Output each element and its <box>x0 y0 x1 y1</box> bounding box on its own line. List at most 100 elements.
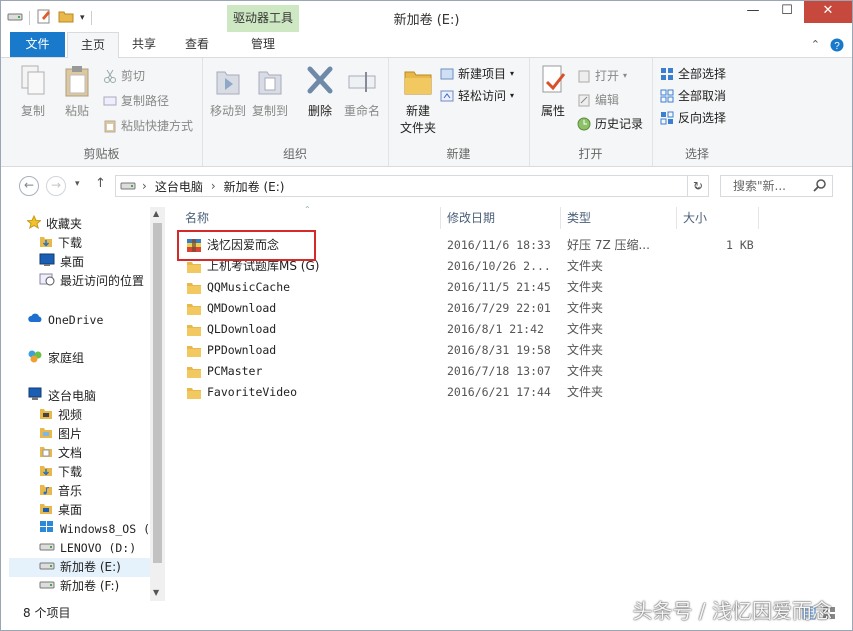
close-button[interactable]: ✕ <box>804 1 852 23</box>
properties-button[interactable]: 属性 <box>531 64 575 119</box>
easy-access-icon <box>440 89 454 103</box>
svg-text:?: ? <box>834 41 840 52</box>
back-button[interactable]: ← <box>19 176 39 196</box>
select-none-button[interactable]: 全部取消 <box>660 86 726 106</box>
column-header-size[interactable]: 大小 <box>677 207 759 229</box>
move-to-button[interactable]: 移动到 <box>206 64 250 119</box>
file-date: 2016/7/18 13:07 <box>447 364 551 378</box>
file-date: 2016/7/29 22:01 <box>447 301 551 315</box>
documents-folder-icon <box>39 444 53 464</box>
tab-manage[interactable]: 管理 <box>227 32 299 57</box>
file-row[interactable]: PCMaster 2016/7/18 13:07 文件夹 <box>181 361 781 382</box>
file-row[interactable]: QMDownload 2016/7/29 22:01 文件夹 <box>181 298 781 319</box>
copy-path-button[interactable]: 复制路径 <box>103 91 169 111</box>
nav-pane-scrollbar[interactable]: ▲ ▼ <box>150 207 165 601</box>
nav-windows-os-drive[interactable]: Windows8_OS ( <box>39 520 150 539</box>
nav-documents[interactable]: 文档 <box>39 444 82 463</box>
copy-button[interactable]: 复制 <box>11 64 55 119</box>
ribbon-tabs: 文件 主页 共享 查看 管理 ⌃ ? <box>1 32 852 59</box>
column-header-type[interactable]: 类型 <box>561 207 677 229</box>
file-size: 1 KB <box>726 238 754 252</box>
group-clipboard: 复制 粘贴 剪切 复制路径 粘贴快捷方式 剪贴板 <box>1 58 203 166</box>
new-folder-button[interactable]: 新建 文件夹 <box>394 64 442 136</box>
windows-drive-icon <box>39 520 55 540</box>
new-item-icon <box>440 67 454 81</box>
nav-onedrive[interactable]: OneDrive <box>27 311 103 330</box>
edit-button[interactable]: 编辑 <box>577 90 619 110</box>
file-date: 2016/10/26 2... <box>447 259 551 273</box>
forward-button[interactable]: → <box>46 176 66 196</box>
nav-downloads-pc[interactable]: 下载 <box>39 463 82 482</box>
scroll-thumb[interactable] <box>153 223 162 563</box>
select-all-button[interactable]: 全部选择 <box>660 64 726 84</box>
breadcrumb-this-pc[interactable]: 这台电脑 <box>155 178 203 195</box>
group-label-new: 新建 <box>446 147 471 161</box>
copy-path-icon <box>103 94 117 108</box>
nav-drive-f[interactable]: 新加卷 (F:) <box>39 577 119 596</box>
desktop-folder-icon <box>39 501 53 521</box>
nav-recent-places[interactable]: 最近访问的位置 <box>39 272 144 291</box>
nav-homegroup[interactable]: 家庭组 <box>27 349 84 368</box>
history-icon <box>577 117 591 131</box>
address-bar[interactable]: › 这台电脑 › 新加卷 (E:) ⌄ <box>115 175 709 197</box>
history-button[interactable]: 历史记录 <box>577 114 643 134</box>
copy-to-button[interactable]: 复制到 <box>248 64 292 119</box>
delete-button[interactable]: 删除 <box>298 64 342 119</box>
invert-selection-button[interactable]: 反向选择 <box>660 108 726 128</box>
help-icon[interactable]: ? <box>830 38 844 55</box>
file-list: 名称 ⌃ 修改日期 类型 大小 浅忆因爱而念 2016/11/6 18:33 好压 … <box>169 205 852 601</box>
minimize-button[interactable]: — <box>736 1 770 23</box>
nav-drive-d[interactable]: LENOVO (D:) <box>39 539 136 558</box>
path-separator: › <box>142 179 147 193</box>
downloads-folder-icon <box>39 234 53 254</box>
refresh-button[interactable]: ↻ <box>687 175 709 197</box>
nav-videos[interactable]: 视频 <box>39 406 82 425</box>
file-type: 文件夹 <box>567 385 604 399</box>
title-bar: ▾ 驱动器工具 新加卷 (E:) — ☐ ✕ <box>1 1 852 32</box>
tab-view[interactable]: 查看 <box>172 32 222 57</box>
nav-desktop-pc[interactable]: 桌面 <box>39 501 82 520</box>
nav-favorites[interactable]: 收藏夹 <box>26 214 82 234</box>
open-button[interactable]: 打开 ▾ <box>577 66 627 86</box>
file-row[interactable]: QQMusicCache 2016/11/5 21:45 文件夹 <box>181 277 781 298</box>
file-row[interactable]: PPDownload 2016/8/31 19:58 文件夹 <box>181 340 781 361</box>
recent-locations-chevron-icon[interactable]: ▾ <box>75 179 80 189</box>
paste-shortcut-button[interactable]: 粘贴快捷方式 <box>103 116 193 136</box>
music-folder-icon <box>39 482 53 502</box>
onedrive-cloud-icon <box>27 311 43 330</box>
drive-icon <box>39 577 55 596</box>
column-header-date[interactable]: 修改日期 <box>441 207 561 229</box>
collapse-ribbon-icon[interactable]: ⌃ <box>811 38 820 55</box>
nav-music[interactable]: 音乐 <box>39 482 82 501</box>
search-icon[interactable] <box>813 178 827 195</box>
nav-pictures[interactable]: 图片 <box>39 425 82 444</box>
group-label-open: 打开 <box>578 147 603 161</box>
rename-icon <box>347 64 377 98</box>
chevron-down-icon: ▾ <box>510 69 515 78</box>
nav-downloads[interactable]: 下载 <box>39 234 82 253</box>
nav-drive-e[interactable]: 新加卷 (E:) <box>9 558 158 577</box>
group-organize: 移动到 复制到 删除 重命名 组织 <box>202 58 389 166</box>
scroll-up-icon[interactable]: ▲ <box>153 209 159 218</box>
maximize-button[interactable]: ☐ <box>770 1 804 23</box>
breadcrumb-drive-e[interactable]: 新加卷 (E:) <box>224 178 285 195</box>
file-row[interactable]: FavoriteVideo 2016/6/21 17:44 文件夹 <box>181 382 781 403</box>
easy-access-button[interactable]: 轻松访问 ▾ <box>440 86 514 106</box>
file-name: QQMusicCache <box>207 280 291 294</box>
file-name: QMDownload <box>207 301 277 315</box>
cut-button[interactable]: 剪切 <box>103 66 145 86</box>
downloads-folder-icon <box>39 463 53 483</box>
tab-file[interactable]: 文件 <box>10 32 65 57</box>
new-item-button[interactable]: 新建项目 ▾ <box>440 64 514 84</box>
file-row[interactable]: QLDownload 2016/8/1 21:42 文件夹 <box>181 319 781 340</box>
window-title: 新加卷 (E:) <box>393 13 460 28</box>
up-arrow-icon[interactable]: ↑ <box>95 176 106 191</box>
rename-button[interactable]: 重命名 <box>340 64 384 119</box>
tab-home[interactable]: 主页 <box>67 32 119 59</box>
paste-button[interactable]: 粘贴 <box>55 64 99 119</box>
navigation-pane: 收藏夹 下载 桌面 最近访问的位置 OneDrive 家庭组 这台电脑 视频 图… <box>9 207 165 601</box>
scroll-down-icon[interactable]: ▼ <box>153 588 159 597</box>
tab-share[interactable]: 共享 <box>120 32 168 57</box>
nav-desktop[interactable]: 桌面 <box>39 253 84 272</box>
nav-this-pc[interactable]: 这台电脑 <box>27 387 96 406</box>
